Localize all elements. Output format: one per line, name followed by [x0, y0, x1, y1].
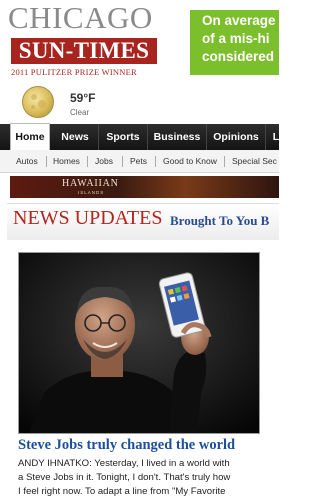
hawaiian-logo: HAWAIIAN [62, 178, 119, 189]
masthead-city[interactable]: CHICAGO [8, 2, 153, 34]
tab-sports[interactable]: Sports [99, 124, 148, 150]
story-text-line: ANDY IHNATKO: Yesterday, I lived in a wo… [18, 458, 230, 469]
subnav-item-jobs[interactable]: Jobs [95, 150, 113, 172]
subnav-divider [46, 156, 47, 167]
subnav-item-homes[interactable]: Homes [53, 150, 80, 172]
weather-temperature[interactable]: 59°F [70, 91, 95, 105]
weather-condition: Clear [70, 108, 90, 117]
subnav-item-pets[interactable]: Pets [130, 150, 147, 172]
tab-home[interactable]: Home [10, 123, 50, 150]
tab-news[interactable]: News [52, 124, 99, 150]
subnav-item-good-to-know[interactable]: Good to Know [163, 150, 217, 172]
moon-icon [22, 86, 54, 118]
subnav-divider [122, 156, 123, 167]
subnav-item-special-sections[interactable]: Special Sec [232, 150, 277, 172]
news-updates-sponsor: Brought To You B [170, 213, 270, 228]
story-text-line: I feel right now. To adapt a line from "… [18, 486, 226, 497]
moon-craters [31, 94, 46, 109]
top-ad-line: considered [202, 49, 275, 64]
subnav-divider [155, 156, 156, 167]
story-photo-art [19, 253, 259, 433]
sub-nav: Autos Homes Jobs Pets Good to Know Speci… [0, 150, 279, 173]
tab-opinions[interactable]: Opinions [207, 124, 266, 150]
tab-business[interactable]: Business [148, 124, 207, 150]
story-photo[interactable] [18, 252, 260, 434]
top-ad-line: of a mis-hi [202, 31, 270, 46]
story-headline[interactable]: Steve Jobs truly changed the world [18, 437, 235, 454]
subnav-divider [224, 156, 225, 167]
top-ad-banner[interactable]: On average of a mis-hi considered [190, 10, 279, 75]
tab-truncated[interactable]: L [266, 124, 286, 150]
masthead-logo[interactable]: SUN-TIMES [11, 38, 157, 64]
main-nav: Home News Sports Business Opinions L [0, 123, 279, 150]
story-text-line: a Steve Jobs in it. Tonight, I don't. Th… [18, 472, 231, 483]
subnav-divider [87, 156, 88, 167]
pulitzer-tagline: 2011 PULITZER PRIZE WINNER [11, 67, 137, 77]
news-updates-title: NEWS UPDATES [13, 207, 163, 229]
subnav-item-autos[interactable]: Autos [16, 150, 38, 172]
hawaiian-ad-banner[interactable]: HAWAIIAN ISLANDS [10, 176, 279, 198]
hawaiian-tagline: ISLANDS [78, 190, 105, 195]
top-ad-line: On average [202, 13, 276, 28]
